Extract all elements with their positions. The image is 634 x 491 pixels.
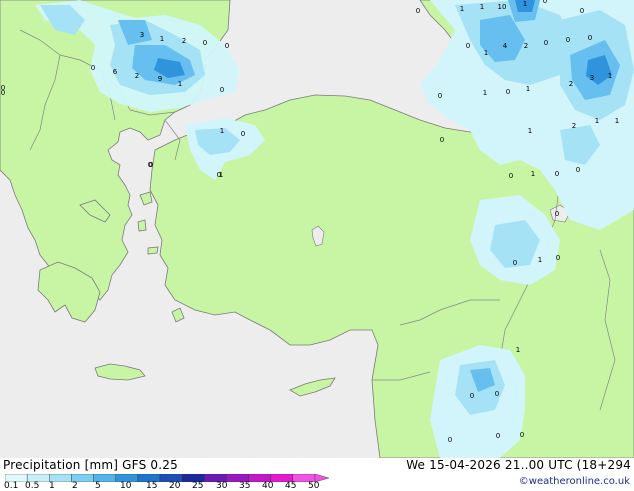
precip-value-label: 0 [520, 431, 524, 439]
precip-value-label: 1 [220, 127, 224, 135]
precip-value-label: 1 [160, 35, 164, 43]
precip-value-label: 1 [528, 127, 532, 135]
precip-value-label: 0 [588, 34, 592, 42]
precip-value-label: 0 [438, 92, 442, 100]
precip-value-label: 1 [531, 170, 535, 178]
precip-value-label: 1 [484, 49, 488, 57]
precip-value-label: 0 [543, 0, 547, 5]
precip-value-label: 0 [555, 210, 559, 218]
precip-value-label: 2 [572, 122, 576, 130]
precip-value-label: 1 [480, 3, 484, 11]
map-footer: Precipitation [mm] GFS 0.25 We 15-04-202… [0, 458, 634, 491]
precip-value-label: 0 [1, 89, 5, 97]
precip-value-label: 9 [158, 75, 162, 83]
precip-value-label: 0 [513, 259, 517, 267]
precip-value-label: 0 [556, 254, 560, 262]
precip-value-label: 1 [526, 85, 530, 93]
precip-value-label: 0 [580, 7, 584, 15]
precip-value-label: 1 [178, 80, 182, 88]
precip-value-label: 0 [544, 39, 548, 47]
precip-value-label: 1 [460, 5, 464, 13]
precip-value-label: 0 [466, 42, 470, 50]
precip-value-label: 0 [495, 390, 499, 398]
precip-value-label: 1 [483, 89, 487, 97]
precip-value-label: 1 [523, 0, 527, 8]
precip-value-label: 3 [590, 74, 594, 82]
credit-link[interactable]: ©weatheronline.co.uk [519, 476, 630, 487]
precip-value-label: 1 [595, 117, 599, 125]
precip-value-label: 0 [241, 130, 245, 138]
precip-value-label: 2 [569, 80, 573, 88]
precip-value-label: 2 [135, 72, 139, 80]
precip-value-label: 1 [219, 171, 223, 179]
precip-value-label: 0 [448, 436, 452, 444]
map-title: Precipitation [mm] GFS 0.25 [3, 458, 178, 472]
precip-value-label: 0 [470, 392, 474, 400]
precip-value-label: 6 [113, 68, 118, 76]
map-canvas: 0 1 1 10 1 003 1 2 0 00 6 2 9100 14 2 0 0 023 1010 121 11 001… [0, 0, 634, 458]
precip-value-label: 0 [148, 161, 152, 169]
precip-value-label: 0 [440, 136, 444, 144]
precip-value-label: 1 [615, 117, 619, 125]
precip-value-label: 0 [225, 42, 229, 50]
land-samos [147, 246, 159, 255]
precip-value-label: 0 [496, 432, 500, 440]
precip-value-label: 0 [91, 64, 95, 72]
precip-value-label: 1 [516, 346, 520, 354]
precip-value-label: 10 [498, 3, 507, 11]
precip-value-label: 1 [538, 256, 542, 264]
forecast-datetime: We 15-04-2026 21..00 UTC (18+294 [406, 458, 631, 472]
precip-value-label: 0 [555, 170, 559, 178]
precip-value-label: 0 [509, 172, 513, 180]
precip-value-label: 0 [220, 86, 224, 94]
precip-value-label: 2 [524, 42, 528, 50]
precip-value-label: 0 [416, 7, 420, 15]
precipitation-map: 0 1 1 10 1 0 0 3 1 2 0 0 0 6 2 9 1 0 0 1 4 2 0 0 0 2 3 1 0 1 0 1 2 1 1 1 0 0 1… [0, 0, 634, 458]
precip-value-label: 0 [576, 166, 580, 174]
precip-value-label: 0 [566, 36, 570, 44]
precip-value-label: 0 [203, 39, 207, 47]
precip-value-label: 2 [182, 37, 186, 45]
precip-value-label: 0 [506, 88, 510, 96]
land-chios [137, 219, 147, 232]
precip-value-label: 4 [503, 42, 508, 50]
precip-value-label: 1 [608, 72, 612, 80]
precip-value-label: 3 [140, 31, 144, 39]
